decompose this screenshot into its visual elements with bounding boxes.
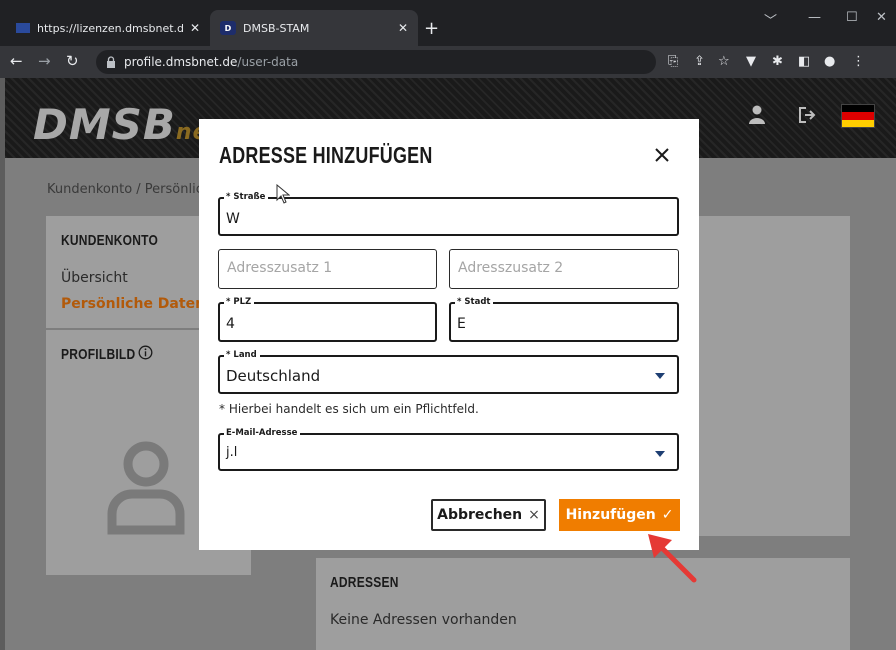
browser-tab-dmsb-stam[interactable]: D DMSB-STAM ✕ [210, 10, 418, 46]
new-tab-button[interactable]: + [424, 18, 439, 39]
country-select[interactable]: * Land Deutschland [218, 349, 679, 394]
email-value: j.l [226, 445, 238, 460]
addresses-card: ADRESSEN Keine Adressen vorhanden [316, 558, 850, 650]
city-label: * Stadt [455, 296, 494, 308]
bookmark-star-icon[interactable]: ☆ [718, 54, 730, 69]
dmsb-logo[interactable]: DMSBnet [33, 100, 220, 149]
tab-search-chevron-icon[interactable]: ﹀ [764, 10, 777, 29]
extension-v-icon[interactable]: ▼ [746, 54, 756, 69]
reload-icon[interactable]: ↻ [66, 52, 79, 70]
address-bar[interactable]: profile.dmsbnet.de/user-data [96, 50, 656, 74]
mouse-pointer-icon [276, 184, 290, 204]
cancel-button[interactable]: Abbrechen × [431, 499, 546, 531]
close-icon[interactable] [650, 143, 674, 167]
chevron-down-icon [655, 451, 665, 457]
address-addition-1-field[interactable]: Adresszusatz 1 [218, 249, 437, 289]
window-close-icon[interactable]: ✕ [876, 10, 887, 25]
checkmark-icon: ✓ [661, 507, 674, 523]
user-icon[interactable] [747, 104, 767, 126]
dmsb-favicon-icon: D [220, 21, 236, 35]
zip-label: * PLZ [224, 296, 255, 308]
add-button[interactable]: Hinzufügen ✓ [559, 499, 680, 531]
account-nav-title: KUNDENKONTO [61, 232, 159, 249]
city-field[interactable]: * Stadt E [449, 296, 679, 342]
tab-close-icon[interactable]: ✕ [398, 21, 408, 35]
address-addition-1-placeholder: Adresszusatz 1 [227, 260, 333, 276]
street-value: W [226, 211, 240, 227]
german-flag-icon[interactable] [841, 104, 875, 128]
forward-arrow-icon[interactable]: → [38, 52, 51, 70]
sidebar-item-overview[interactable]: Übersicht [61, 270, 128, 286]
country-value: Deutschland [226, 367, 321, 385]
menu-kebab-icon[interactable]: ⋮ [852, 54, 865, 69]
sidebar-item-personal-data[interactable]: Persönliche Daten [61, 296, 205, 312]
addresses-title: ADRESSEN [330, 574, 399, 591]
extensions-puzzle-icon[interactable]: ✱ [772, 54, 783, 69]
tab-title: https://lizenzen.dmsbnet.de/lizen [37, 21, 184, 35]
profile-picture-title: PROFILBILD [61, 346, 136, 363]
lock-icon [107, 56, 115, 68]
profile-icon[interactable]: ● [824, 54, 835, 69]
logo-main: DMSB [33, 100, 176, 149]
country-label: * Land [224, 349, 260, 361]
email-select[interactable]: E-Mail-Adresse j.l [218, 427, 679, 471]
close-icon: × [528, 507, 540, 523]
modal-title: ADRESSE HINZUFÜGEN [219, 142, 433, 168]
tab-close-icon[interactable]: ✕ [190, 21, 200, 35]
address-addition-2-placeholder: Adresszusatz 2 [458, 260, 564, 276]
back-arrow-icon[interactable]: ← [10, 52, 23, 70]
install-app-icon[interactable]: ⎘ [668, 54, 678, 69]
logout-icon[interactable] [797, 104, 817, 126]
chevron-down-icon [655, 373, 665, 379]
info-icon[interactable] [138, 345, 153, 360]
addresses-empty-text: Keine Adressen vorhanden [330, 612, 517, 628]
maximize-icon[interactable]: ☐ [846, 10, 858, 25]
address-addition-2-field[interactable]: Adresszusatz 2 [449, 249, 679, 289]
browser-toolbar: ← → ↻ profile.dmsbnet.de/user-data ⎘ ⇪ ☆… [0, 46, 896, 78]
browser-tab-lizenzen[interactable]: https://lizenzen.dmsbnet.de/lizen ✕ [8, 10, 208, 46]
site-favicon-icon [16, 23, 30, 33]
required-field-hint: * Hierbei handelt es sich um ein Pflicht… [219, 402, 479, 416]
breadcrumb[interactable]: Kundenkonto / Persönlic [47, 182, 203, 197]
street-label: * Straße [224, 191, 269, 203]
email-label: E-Mail-Adresse [224, 427, 301, 439]
add-label: Hinzufügen [565, 507, 656, 523]
side-panel-icon[interactable]: ◧ [798, 54, 810, 69]
url-path: /user-data [237, 55, 299, 69]
cancel-label: Abbrechen [437, 507, 523, 523]
flag-stripe-black [842, 105, 874, 113]
annotation-arrow-icon [648, 534, 697, 583]
city-value: E [457, 316, 466, 332]
flag-stripe-red [842, 112, 874, 120]
browser-titlebar: https://lizenzen.dmsbnet.de/lizen ✕ D DM… [0, 0, 896, 46]
flag-stripe-gold [842, 119, 874, 127]
zip-value: 4 [226, 316, 235, 332]
zip-field[interactable]: * PLZ 4 [218, 296, 437, 342]
minimize-icon[interactable]: — [808, 10, 821, 25]
tab-title: DMSB-STAM [243, 21, 310, 35]
url-host: profile.dmsbnet.de [124, 55, 238, 69]
share-icon[interactable]: ⇪ [694, 54, 705, 69]
avatar-placeholder-icon [107, 441, 185, 535]
